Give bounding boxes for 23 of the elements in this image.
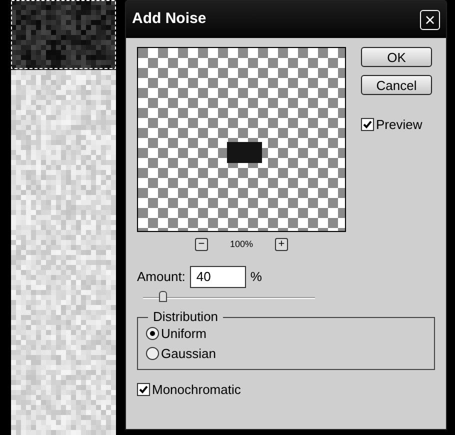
amount-unit: % xyxy=(250,268,262,286)
slider-thumb[interactable] xyxy=(159,290,168,302)
preview-label: Preview xyxy=(376,116,422,134)
amount-label: Amount: xyxy=(137,268,186,286)
amount-slider[interactable] xyxy=(143,290,315,302)
amount-field[interactable]: 40 xyxy=(190,266,246,288)
checkbox[interactable] xyxy=(361,118,374,132)
distribution-title: Distribution xyxy=(148,308,224,324)
monochromatic-label: Monochromatic xyxy=(152,380,241,398)
zoom-in-button[interactable]: + xyxy=(275,238,288,252)
radio-button[interactable] xyxy=(146,327,159,340)
close-button[interactable]: × xyxy=(420,10,440,30)
zoom-out-button[interactable]: − xyxy=(194,238,208,252)
zoom-level: 100% xyxy=(230,238,254,251)
check-icon xyxy=(363,120,372,130)
window-title: Add Noise xyxy=(132,9,206,30)
radio-label: Gaussian xyxy=(161,346,216,362)
checkbox[interactable] xyxy=(137,382,150,396)
radio-button[interactable] xyxy=(146,347,159,360)
check-icon xyxy=(139,384,148,394)
ok-button[interactable]: OK xyxy=(361,47,432,67)
cancel-button[interactable]: Cancel xyxy=(361,75,432,95)
radio-label: Uniform xyxy=(161,326,207,342)
